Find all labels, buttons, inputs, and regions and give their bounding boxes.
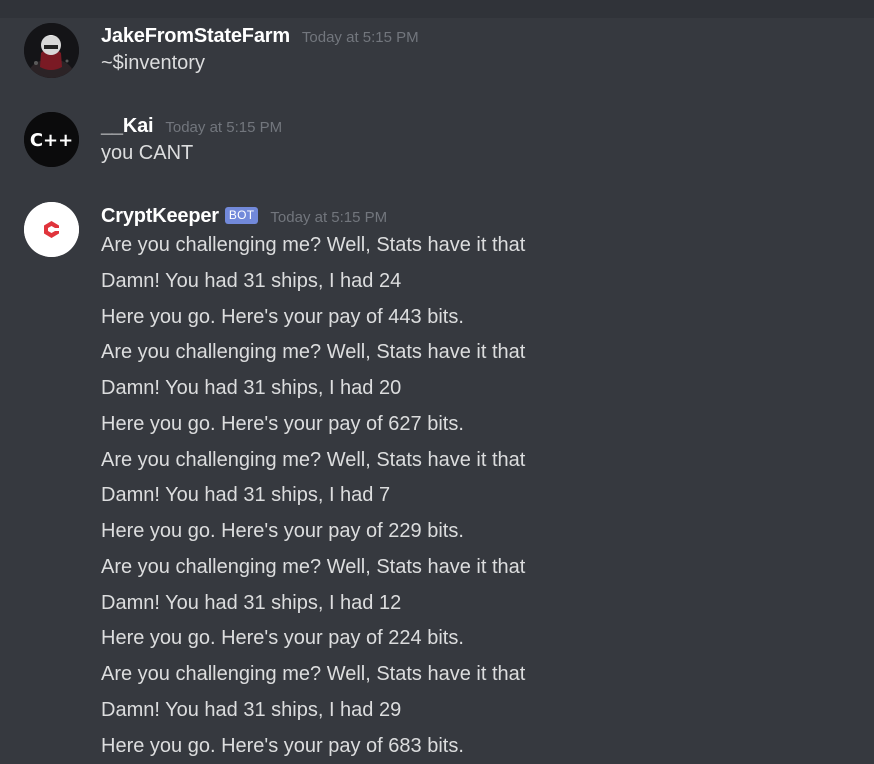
cpp-avatar-label: C++ xyxy=(30,130,73,151)
message-line: Are you challenging me? Well, Stats have… xyxy=(101,335,874,371)
message-line: Are you challenging me? Well, Stats have… xyxy=(101,657,874,693)
message-group: C++ __Kai Today at 5:15 PM you CANT xyxy=(0,108,874,198)
character-avatar-icon[interactable] xyxy=(24,23,79,78)
message-line: Here you go. Here's your pay of 683 bits… xyxy=(101,729,874,764)
username[interactable]: JakeFromStateFarm xyxy=(101,18,290,54)
message-line: Are you challenging me? Well, Stats have… xyxy=(101,443,874,479)
username[interactable]: __Kai xyxy=(101,108,153,144)
bot-tag: BOT xyxy=(225,207,259,224)
message-line: Damn! You had 31 ships, I had 29 xyxy=(101,693,874,729)
cryptkeeper-logo-icon[interactable] xyxy=(24,202,79,257)
message-list: JakeFromStateFarm Today at 5:15 PM ~$inv… xyxy=(0,18,874,764)
message-line: Damn! You had 31 ships, I had 20 xyxy=(101,371,874,407)
message-header: __Kai Today at 5:15 PM xyxy=(101,108,874,144)
message-line: Here you go. Here's your pay of 443 bits… xyxy=(101,300,874,336)
message-line: Damn! You had 31 ships, I had 24 xyxy=(101,264,874,300)
message-line: Are you challenging me? Well, Stats have… xyxy=(101,228,874,264)
channel-top-edge xyxy=(0,0,874,18)
message-line: Are you challenging me? Well, Stats have… xyxy=(101,550,874,586)
message-line: Here you go. Here's your pay of 627 bits… xyxy=(101,407,874,443)
cpp-logo-avatar-icon[interactable]: C++ xyxy=(24,112,79,167)
message-header: JakeFromStateFarm Today at 5:15 PM xyxy=(101,18,874,54)
message-group: CryptKeeper BOT Today at 5:15 PM Are you… xyxy=(0,198,874,764)
message-group: JakeFromStateFarm Today at 5:15 PM ~$inv… xyxy=(0,18,874,108)
message-line: Damn! You had 31 ships, I had 12 xyxy=(101,586,874,622)
timestamp[interactable]: Today at 5:15 PM xyxy=(302,20,419,56)
message-line: Damn! You had 31 ships, I had 7 xyxy=(101,478,874,514)
message-line: Here you go. Here's your pay of 224 bits… xyxy=(101,621,874,657)
message-content-block: Are you challenging me? Well, Stats have… xyxy=(101,228,874,764)
message-line: Here you go. Here's your pay of 229 bits… xyxy=(101,514,874,550)
